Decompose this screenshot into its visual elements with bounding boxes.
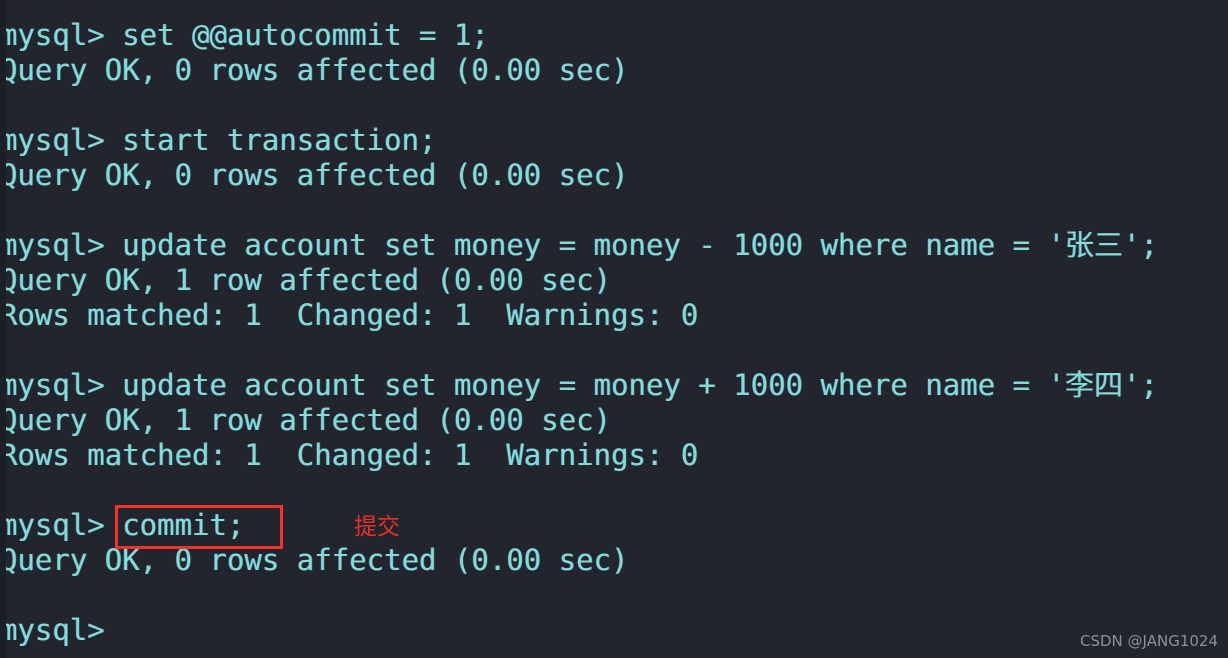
terminal-line: Query OK, 0 rows affected (0.00 sec) — [0, 158, 629, 192]
terminal-window[interactable]: mysql> set @@autocommit = 1; Query OK, 0… — [0, 0, 1228, 658]
terminal-line: Query OK, 1 row affected (0.00 sec) — [0, 403, 612, 437]
csdn-watermark: CSDN @JANG1024 — [1080, 632, 1218, 650]
terminal-line: Query OK, 0 rows affected (0.00 sec) — [0, 53, 629, 87]
terminal-line: mysql> set @@autocommit = 1; — [0, 18, 489, 52]
terminal-output: mysql> set @@autocommit = 1; Query OK, 0… — [0, 18, 1228, 648]
commit-annotation-label: 提交 — [354, 514, 400, 540]
terminal-line: mysql> update account set money = money … — [0, 228, 1158, 262]
terminal-line: Query OK, 0 rows affected (0.00 sec) — [0, 543, 629, 577]
terminal-left-gutter — [0, 0, 6, 658]
terminal-line-commit: mysql> commit; — [0, 508, 245, 542]
terminal-line: Query OK, 1 row affected (0.00 sec) — [0, 263, 612, 297]
terminal-line: Rows matched: 1 Changed: 1 Warnings: 0 — [0, 438, 699, 472]
terminal-line: mysql> start transaction; — [0, 123, 437, 157]
terminal-prompt-line: mysql> — [0, 613, 105, 647]
terminal-line: mysql> update account set money = money … — [0, 368, 1158, 402]
terminal-line: Rows matched: 1 Changed: 1 Warnings: 0 — [0, 298, 699, 332]
